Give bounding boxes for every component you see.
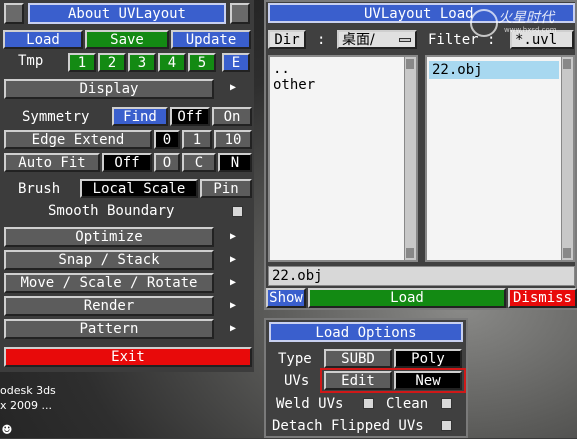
dir-select-value: 桌面/ (342, 32, 375, 48)
poly-button[interactable]: Poly (394, 349, 462, 368)
scroll-up-icon[interactable] (563, 59, 571, 69)
render-arrow-icon[interactable]: ▶ (230, 300, 236, 311)
symmetry-off-button[interactable]: Off (170, 107, 210, 126)
pin-button[interactable]: Pin (200, 179, 252, 198)
smooth-boundary-label: Smooth Boundary (48, 203, 175, 219)
load-options-title: Load Options (269, 322, 463, 342)
auto-fit-n[interactable]: N (218, 153, 252, 172)
detach-flipped-checkbox[interactable] (441, 420, 452, 431)
dropdown-icon (399, 38, 411, 42)
file-list-scrollbar[interactable] (561, 57, 573, 260)
clean-label: Clean (386, 396, 429, 412)
figure-icon: ☻ (2, 420, 12, 439)
close-button[interactable] (230, 3, 250, 24)
tmp-slot-2[interactable]: 2 (98, 53, 126, 72)
tmp-slot-5[interactable]: 5 (188, 53, 216, 72)
edge-extend-0[interactable]: 0 (154, 130, 180, 149)
auto-fit-o[interactable]: O (154, 153, 180, 172)
move-scale-rotate-menu[interactable]: Move / Scale / Rotate (4, 273, 214, 293)
dir-list[interactable]: .. other (268, 55, 418, 262)
file-list[interactable]: 22.obj (425, 55, 575, 262)
smooth-boundary-checkbox[interactable] (232, 206, 243, 217)
about-title[interactable]: About UVLayout (28, 3, 226, 24)
symmetry-find-button[interactable]: Find (112, 107, 168, 126)
dir-select[interactable]: 桌面/ (337, 30, 417, 49)
display-arrow-icon[interactable]: ▶ (230, 82, 236, 93)
tmp-label: Tmp (18, 53, 44, 69)
dir-button[interactable]: Dir (268, 30, 306, 49)
load-file-button[interactable]: Load (308, 288, 506, 308)
show-button[interactable]: Show (266, 288, 306, 308)
edge-extend-button[interactable]: Edge Extend (4, 130, 152, 149)
symmetry-on-button[interactable]: On (212, 107, 252, 126)
brush-label: Brush (18, 181, 61, 197)
subd-button[interactable]: SUBD (324, 349, 392, 368)
edge-extend-10[interactable]: 10 (214, 130, 252, 149)
watermark-url: www.hxsd.com (504, 26, 557, 34)
auto-fit-c[interactable]: C (182, 153, 216, 172)
auto-fit-off[interactable]: Off (102, 153, 152, 172)
weld-uvs-label: Weld UVs (276, 396, 344, 412)
detach-flipped-label: Detach Flipped UVs (272, 418, 424, 434)
render-menu[interactable]: Render (4, 296, 214, 316)
weld-uvs-checkbox[interactable] (363, 398, 374, 409)
snap-stack-menu[interactable]: Snap / Stack (4, 250, 214, 270)
snap-stack-arrow-icon[interactable]: ▶ (230, 254, 236, 265)
auto-fit-button[interactable]: Auto Fit (4, 153, 100, 172)
exit-button[interactable]: Exit (4, 347, 252, 367)
pattern-menu[interactable]: Pattern (4, 319, 214, 339)
minimize-button[interactable] (4, 3, 24, 24)
dismiss-button[interactable]: Dismiss (508, 288, 577, 308)
update-button[interactable]: Update (171, 30, 251, 49)
clean-checkbox[interactable] (441, 398, 452, 409)
file-item-selected[interactable]: 22.obj (429, 61, 559, 79)
local-scale-button[interactable]: Local Scale (80, 179, 198, 198)
dir-list-scrollbar[interactable] (404, 57, 416, 260)
symmetry-label: Symmetry (22, 109, 90, 125)
filename-field[interactable]: 22.obj (268, 266, 575, 286)
hxsd-watermark: 火星时代 www.hxsd.com (470, 5, 574, 41)
watermark-brand: 火星时代 (498, 10, 554, 26)
tmp-slot-3[interactable]: 3 (128, 53, 156, 72)
load-button[interactable]: Load (3, 30, 83, 49)
type-label: Type (278, 351, 312, 367)
dir-item-parent[interactable]: .. (273, 61, 290, 77)
tmp-e-button[interactable]: E (222, 53, 250, 72)
uvs-label: UVs (284, 373, 310, 389)
tmp-slot-1[interactable]: 1 (68, 53, 96, 72)
tmp-slot-4[interactable]: 4 (158, 53, 186, 72)
new-button[interactable]: New (394, 371, 462, 390)
scroll-down-icon[interactable] (563, 248, 571, 258)
edit-button[interactable]: Edit (324, 371, 392, 390)
save-button[interactable]: Save (85, 30, 169, 49)
optimize-menu[interactable]: Optimize (4, 227, 214, 247)
scroll-up-icon[interactable] (406, 59, 414, 69)
edge-extend-1[interactable]: 1 (182, 130, 212, 149)
scroll-down-icon[interactable] (406, 248, 414, 258)
pattern-arrow-icon[interactable]: ▶ (230, 323, 236, 334)
hxsd-logo-icon (470, 9, 498, 37)
dir-item-other[interactable]: other (273, 77, 315, 93)
bg-app-text-2: x 2009 ... (0, 399, 52, 412)
display-menu[interactable]: Display (4, 79, 214, 99)
move-scale-rotate-arrow-icon[interactable]: ▶ (230, 277, 236, 288)
optimize-arrow-icon[interactable]: ▶ (230, 231, 236, 242)
dir-colon: : (317, 32, 326, 48)
